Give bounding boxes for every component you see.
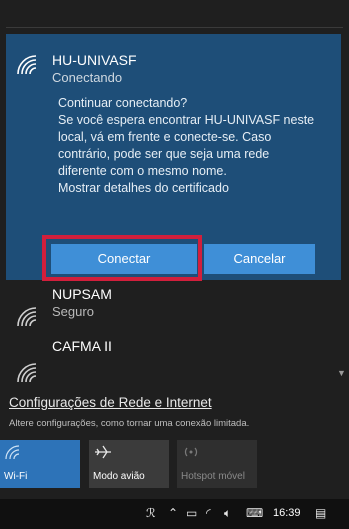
- network-name: HU-UNIVASF: [52, 52, 137, 68]
- network-status: Seguro: [52, 304, 94, 319]
- hotspot-icon: [184, 447, 198, 457]
- highlight-box: [42, 235, 202, 281]
- network-item-nupsam[interactable]: NUPSAM Seguro: [6, 286, 341, 342]
- show-certificate-details-link[interactable]: Mostrar detalhes do certificado: [58, 180, 328, 197]
- network-status: Conectando: [52, 70, 123, 85]
- message-line: Se você espera encontrar HU-UNIVASF nest…: [58, 113, 315, 127]
- wifi-icon: [5, 445, 20, 460]
- settings-description: Altere configurações, como tornar uma co…: [9, 418, 250, 429]
- network-item-cafma[interactable]: CAFMA II: [6, 338, 341, 398]
- message-line: local, vá em frente e conecte-se. Caso: [58, 130, 272, 144]
- network-name: CAFMA II: [52, 338, 112, 354]
- message-line: diferente com o mesmo nome.: [58, 164, 227, 178]
- network-flyout: HU-UNIVASF Conectando Continuar conectan…: [0, 0, 349, 488]
- quick-action-airplane-mode[interactable]: Modo avião: [89, 440, 169, 488]
- volume-icon[interactable]: 🔈︎: [224, 506, 231, 521]
- wifi-secure-icon: [17, 55, 37, 75]
- wifi-secure-icon: [17, 363, 37, 383]
- message-line: contrário, pode ser que seja uma rede: [58, 147, 270, 161]
- quick-action-label: Modo avião: [93, 471, 145, 482]
- action-center-icon[interactable]: ▤: [315, 506, 326, 520]
- quick-action-label: Hotspot móvel: [181, 471, 245, 482]
- battery-icon[interactable]: ▭: [186, 506, 197, 520]
- quick-action-wifi[interactable]: Wi-Fi: [0, 440, 80, 488]
- network-settings-link[interactable]: Configurações de Rede e Internet: [9, 395, 212, 410]
- people-icon[interactable]: ℛ: [146, 506, 156, 520]
- chevron-up-icon[interactable]: ⌃: [168, 506, 178, 520]
- quick-action-mobile-hotspot[interactable]: Hotspot móvel: [177, 440, 257, 488]
- quick-action-label: Wi-Fi: [4, 471, 28, 482]
- wifi-secure-icon: [17, 307, 37, 327]
- clock-time[interactable]: 16:39: [273, 507, 301, 519]
- connect-confirmation-message: Continuar conectando? Se você espera enc…: [58, 95, 328, 197]
- wifi-icon[interactable]: ◜: [206, 506, 211, 520]
- keyboard-icon[interactable]: ⌨: [246, 506, 263, 520]
- airplane-icon: [95, 445, 111, 459]
- taskbar: ℛ ⌃ ▭ ◜ 🔈︎ ⌨ 16:39 ▤: [0, 499, 349, 529]
- network-name: NUPSAM: [52, 286, 112, 302]
- message-line: Continuar conectando?: [58, 96, 188, 110]
- divider: [6, 27, 343, 28]
- scroll-down-icon[interactable]: ▼: [337, 368, 346, 378]
- cancel-button[interactable]: Cancelar: [204, 244, 315, 274]
